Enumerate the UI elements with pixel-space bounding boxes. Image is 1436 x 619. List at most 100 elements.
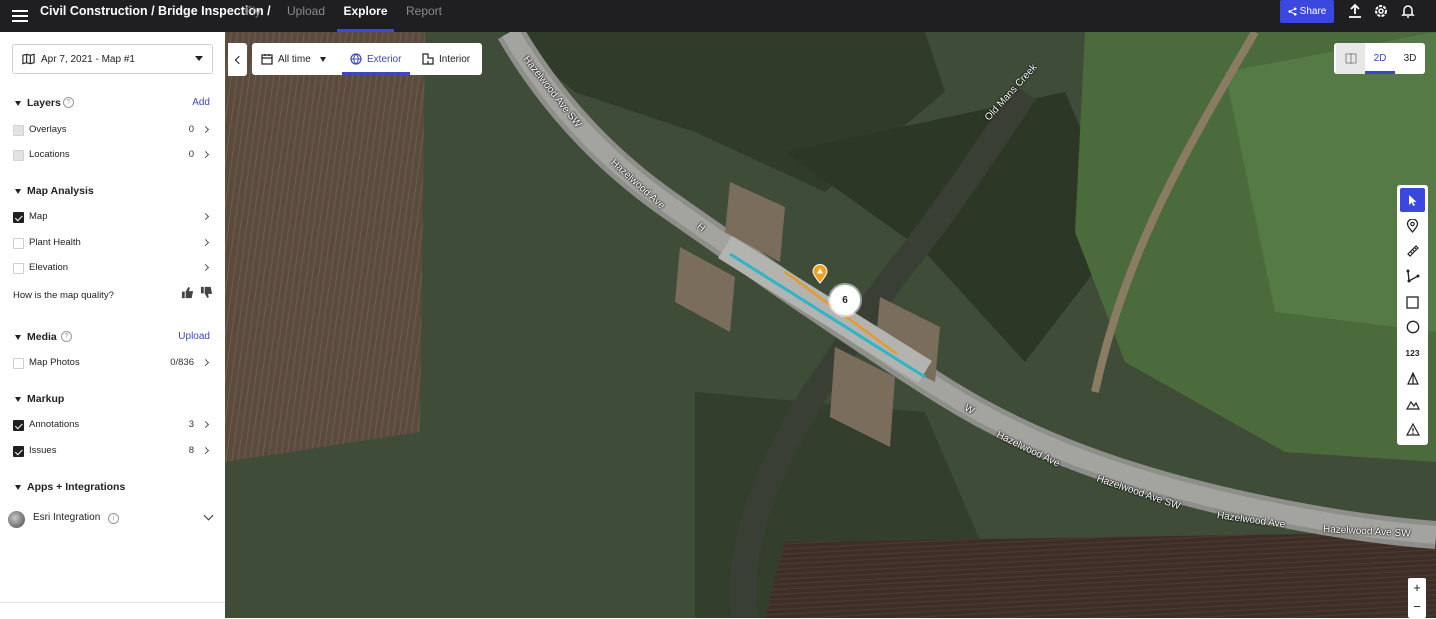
tab-report[interactable]: Report — [404, 0, 444, 32]
circle-tool-button[interactable] — [1400, 315, 1425, 339]
issue-cluster-badge[interactable]: 6 — [830, 285, 860, 315]
menu-icon[interactable] — [12, 7, 28, 25]
collapse-triangle-icon — [15, 101, 21, 106]
count-tool-button[interactable]: 123 — [1400, 341, 1425, 365]
collapse-triangle-icon — [15, 485, 21, 490]
collapse-sidebar-button[interactable] — [228, 43, 247, 76]
map-canvas[interactable]: Hazelwood Ave SW Hazelwood Ave H Old Man… — [225, 32, 1436, 618]
tab-fly[interactable]: Fly — [238, 0, 268, 32]
chevron-left-icon — [234, 55, 243, 64]
measure-tool-button[interactable] — [1400, 239, 1425, 263]
map-analysis-section-header[interactable]: Map Analysis — [0, 182, 225, 202]
view-3d-label: 3D — [1403, 53, 1417, 64]
checkbox[interactable] — [13, 125, 24, 136]
rectangle-icon — [1406, 295, 1419, 309]
tab-upload[interactable]: Upload — [284, 0, 328, 32]
issue-marker-icon[interactable] — [812, 264, 828, 284]
apps-title: Apps + Integrations — [27, 481, 126, 493]
view-2d-button[interactable]: 2D — [1365, 43, 1395, 74]
thumbs-up-icon[interactable] — [181, 286, 194, 299]
project-breadcrumb[interactable]: Civil Construction / Bridge Inspection / — [40, 0, 271, 23]
polyline-icon — [1406, 269, 1419, 283]
analysis-item-map[interactable]: Map — [0, 207, 225, 227]
export-icon[interactable] — [1347, 3, 1363, 19]
layer-count: 0 — [188, 149, 194, 160]
pin-icon — [1406, 219, 1419, 233]
add-layer-button[interactable]: Add — [192, 97, 210, 108]
help-icon[interactable]: ? — [63, 97, 74, 108]
markup-item-annotations[interactable]: Annotations 3 — [0, 415, 225, 435]
checkbox[interactable] — [13, 446, 24, 457]
annotation-toolbar: 123 — [1397, 185, 1428, 445]
volume-tool-button[interactable] — [1400, 367, 1425, 391]
select-tool-button[interactable] — [1400, 188, 1425, 212]
tab-exterior[interactable]: Exterior — [342, 43, 411, 75]
checkbox[interactable] — [13, 263, 24, 274]
zoom-in-button[interactable]: + — [1408, 578, 1426, 597]
map-icon — [22, 53, 35, 65]
layers-section-header[interactable]: Layers ? Add — [0, 94, 225, 114]
checkbox[interactable] — [13, 150, 24, 161]
chevron-right-icon[interactable] — [201, 446, 210, 455]
checkbox[interactable] — [13, 238, 24, 249]
tab-explore-label: Explore — [343, 4, 388, 18]
rectangle-tool-button[interactable] — [1400, 290, 1425, 314]
checkbox[interactable] — [13, 420, 24, 431]
analysis-item-elevation[interactable]: Elevation — [0, 258, 225, 278]
time-filter-dropdown[interactable]: All time — [261, 43, 326, 75]
globe-icon — [350, 53, 362, 65]
compare-view-button[interactable] — [1336, 43, 1365, 74]
help-icon[interactable]: i — [108, 513, 119, 524]
zoom-control: + − — [1408, 578, 1426, 618]
collapse-triangle-icon — [15, 335, 21, 340]
chevron-down-icon[interactable] — [203, 510, 214, 521]
layer-label: Overlays — [29, 124, 67, 135]
checkbox[interactable] — [13, 358, 24, 369]
map-selector-dropdown[interactable]: Apr 7, 2021 - Map #1 — [12, 44, 213, 74]
elevation-tool-button[interactable] — [1400, 392, 1425, 416]
layers-title: Layers — [27, 97, 61, 109]
upload-media-button[interactable]: Upload — [178, 331, 210, 342]
share-button[interactable]: Share — [1280, 0, 1334, 23]
view-3d-button[interactable]: 3D — [1395, 43, 1425, 74]
gear-icon[interactable] — [1373, 3, 1389, 19]
layer-label: Locations — [29, 149, 70, 160]
media-section-header[interactable]: Media ? Upload — [0, 328, 225, 348]
chevron-right-icon[interactable] — [201, 358, 210, 367]
layer-item-overlays[interactable]: Overlays 0 — [0, 120, 225, 140]
chevron-right-icon[interactable] — [201, 238, 210, 247]
issue-tool-button[interactable] — [1400, 418, 1425, 442]
markup-item-issues[interactable]: Issues 8 — [0, 441, 225, 461]
top-nav-bar: Civil Construction / Bridge Inspection /… — [0, 0, 1436, 32]
count-icon: 123 — [1405, 348, 1420, 358]
chevron-right-icon[interactable] — [201, 150, 210, 159]
markup-title: Markup — [27, 393, 65, 405]
analysis-item-plant-health[interactable]: Plant Health — [0, 233, 225, 253]
split-view-icon — [1345, 53, 1356, 64]
chevron-right-icon[interactable] — [201, 420, 210, 429]
checkbox[interactable] — [13, 212, 24, 223]
calendar-icon — [261, 54, 273, 65]
polyline-tool-button[interactable] — [1400, 264, 1425, 288]
pin-tool-button[interactable] — [1400, 214, 1425, 238]
tab-explore[interactable]: Explore — [337, 0, 394, 32]
chevron-down-icon — [195, 56, 203, 61]
markup-section-header[interactable]: Markup — [0, 390, 225, 410]
layer-item-locations[interactable]: Locations 0 — [0, 145, 225, 165]
circle-icon — [1406, 320, 1419, 334]
exterior-label: Exterior — [367, 53, 402, 65]
chevron-right-icon[interactable] — [201, 263, 210, 272]
layer-count: 0 — [188, 124, 194, 135]
elevation-icon — [1405, 400, 1420, 410]
left-sidebar: Apr 7, 2021 - Map #1 Layers ? Add Overla… — [0, 32, 226, 618]
thumbs-down-icon[interactable] — [200, 286, 213, 299]
bell-icon[interactable] — [1400, 3, 1416, 19]
media-item-map-photos[interactable]: Map Photos 0/836 — [0, 353, 225, 373]
help-icon[interactable]: ? — [61, 331, 72, 342]
apps-section-header[interactable]: Apps + Integrations — [0, 478, 225, 498]
tab-interior[interactable]: Interior — [422, 43, 470, 75]
esri-integration-item[interactable]: Esri Integration i — [0, 507, 225, 531]
chevron-right-icon[interactable] — [201, 212, 210, 221]
chevron-right-icon[interactable] — [201, 125, 210, 134]
zoom-out-button[interactable]: − — [1408, 597, 1426, 616]
